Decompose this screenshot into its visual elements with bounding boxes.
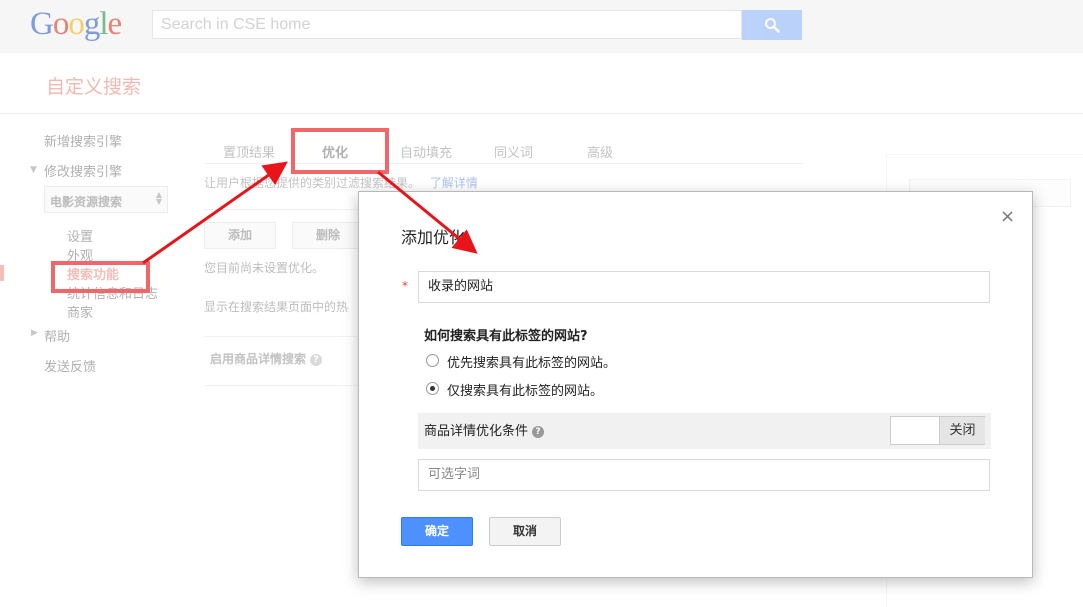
annotation-arrows [142,161,478,265]
arrow-to-refinements-tab [142,161,288,265]
arrow-to-dialog [377,170,478,254]
